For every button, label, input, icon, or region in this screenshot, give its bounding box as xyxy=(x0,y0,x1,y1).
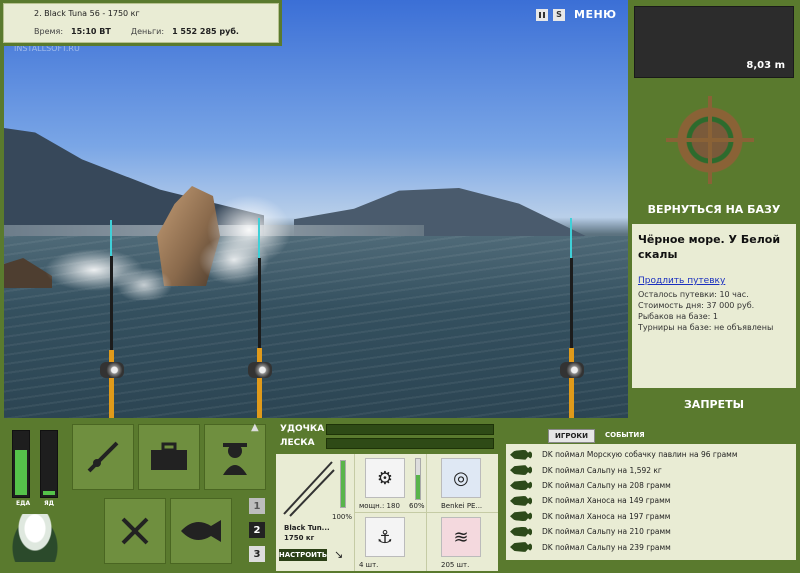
rod-tension-bar xyxy=(326,424,494,435)
money-label: Деньги: xyxy=(130,27,165,36)
line-cell[interactable]: ◎ Benkei PE... xyxy=(426,454,498,512)
rod-condition-bar xyxy=(340,460,346,508)
reel-power: мощн.: 180 xyxy=(359,502,400,510)
events-list: DK поймал Морскую собачку павлин на 96 г… xyxy=(506,444,796,560)
menu-button[interactable]: МЕНЮ xyxy=(574,8,617,21)
tab-events[interactable]: СОБЫТИЯ xyxy=(599,429,651,443)
rod-cell[interactable]: 100% Black Tun... 1750 кг НАСТРОИТЬ ↘ xyxy=(276,454,354,571)
speed-button-3[interactable]: 3 xyxy=(249,546,265,562)
top-icons: S МЕНЮ xyxy=(536,8,617,21)
events-panel: ИГРОКИ СОБЫТИЯ DK поймал Морскую собачку… xyxy=(502,422,798,573)
money-value: 1 552 285 руб. xyxy=(172,27,239,36)
rod-slot[interactable] xyxy=(72,424,134,490)
tackle-box-slot[interactable] xyxy=(138,424,200,490)
sound-icon[interactable]: S xyxy=(553,8,565,21)
info-panel: 2. Black Tuna 56 - 1750 кг Время: 15:10 … xyxy=(0,0,282,46)
fish-cage-slot[interactable] xyxy=(170,498,232,564)
speed-button-1[interactable]: 1 xyxy=(249,498,265,514)
fish-icon xyxy=(510,511,532,522)
food-slot[interactable] xyxy=(104,498,166,564)
fishing-rod-3[interactable] xyxy=(560,218,584,418)
arrow-up-icon: ▲ xyxy=(251,422,259,433)
depth-meter: 8,03 m xyxy=(634,6,794,78)
events-tabs: ИГРОКИ СОБЫТИЯ xyxy=(548,429,651,443)
expand-arrow-icon[interactable]: ↘ xyxy=(334,548,343,561)
tackle-panel: 100% Black Tun... 1750 кг НАСТРОИТЬ ↘ ⚙ … xyxy=(276,454,498,571)
fish-icon xyxy=(510,449,532,460)
location-info: Чёрное море. У Белой скалы Продлить путе… xyxy=(632,224,796,388)
list-item: DK поймал Морскую собачку павлин на 96 г… xyxy=(510,447,792,462)
ship-wheel-icon[interactable] xyxy=(666,96,754,184)
reel-cell[interactable]: ⚙ мощн.: 180 60% xyxy=(354,454,426,512)
reel-icon xyxy=(248,362,272,378)
rod-percent: 100% xyxy=(332,513,353,521)
rod-weight: 1750 кг xyxy=(284,534,315,542)
fisherman-slot[interactable] xyxy=(204,424,266,490)
right-column: 8,03 m ВЕРНУТЬСЯ НА БАЗУ Чёрное море. У … xyxy=(628,0,800,418)
fish-icon xyxy=(510,526,532,537)
last-catch-title: 2. Black Tuna 56 - 1750 кг xyxy=(34,9,140,18)
reel-icon: ⚙ xyxy=(365,458,405,498)
food-bar xyxy=(12,430,30,498)
poison-bar xyxy=(40,430,58,498)
tab-players[interactable]: ИГРОКИ xyxy=(548,429,595,443)
list-item: DK поймал Ханоса на 149 грамм xyxy=(510,493,792,508)
food-label: ЕДА xyxy=(16,500,31,507)
bans-button[interactable]: ЗАПРЕТЫ xyxy=(628,398,800,411)
tournaments-info: Турниры на базе: не объявлены xyxy=(638,323,774,332)
list-item: DK поймал Ханоса на 197 грамм xyxy=(510,509,792,524)
depth-value: 8,03 m xyxy=(746,60,785,71)
bait-icon: ≋ xyxy=(441,517,481,557)
fish-icon xyxy=(510,542,532,553)
hook-count: 4 шт. xyxy=(359,561,379,569)
reel-icon xyxy=(100,362,124,378)
line-tension-bar xyxy=(326,438,494,449)
list-item: DK поймал Сальпу на 1,592 кг xyxy=(510,462,792,477)
time-value: 15:10 ВТ xyxy=(71,27,111,36)
permit-remaining: Осталось путевки: 10 час. xyxy=(638,290,749,299)
poison-label: ЯД xyxy=(44,500,54,507)
reel-icon xyxy=(560,362,584,378)
list-item: DK поймал Сальпу на 239 грамм xyxy=(510,539,792,554)
list-item: DK поймал Сальпу на 210 грамм xyxy=(510,524,792,539)
rod-tension-label: УДОЧКА xyxy=(280,424,325,434)
bottom-panel: ЕДА ЯД ▲ 1 2 3 УДОЧКА ЛЕСКА 100% Black T… xyxy=(0,418,800,573)
setup-button[interactable]: НАСТРОИТЬ xyxy=(279,549,327,561)
bait-cell[interactable]: ≋ 205 шт. xyxy=(426,512,498,571)
fish-icon xyxy=(510,465,532,476)
hook-icon: ⚓ xyxy=(365,517,405,557)
pot-icon[interactable] xyxy=(10,514,60,562)
speed-button-2[interactable]: 2 xyxy=(249,522,265,538)
line-name: Benkei PE... xyxy=(441,502,483,510)
fish-icon xyxy=(510,480,532,491)
fish-icon xyxy=(510,495,532,506)
extend-permit-link[interactable]: Продлить путевку xyxy=(638,276,790,286)
rod-name: Black Tun... xyxy=(284,524,330,532)
return-to-base-button[interactable]: ВЕРНУТЬСЯ НА БАЗУ xyxy=(628,203,800,216)
reel-percent: 60% xyxy=(409,502,425,510)
list-item: DK поймал Сальпу на 208 грамм xyxy=(510,478,792,493)
status-bars xyxy=(12,430,58,498)
reel-condition-bar xyxy=(415,458,421,500)
hook-cell[interactable]: ⚓ 4 шт. xyxy=(354,512,426,571)
time-label: Время: xyxy=(34,27,64,36)
location-title: Чёрное море. У Белой скалы xyxy=(638,233,781,261)
day-cost: Стоимость дня: 37 000 руб. xyxy=(638,301,755,310)
fishing-scene[interactable]: INSTALLSOFT.RU xyxy=(4,0,628,418)
fishing-rod-2[interactable] xyxy=(248,218,272,418)
line-tension-label: ЛЕСКА xyxy=(280,438,315,448)
line-spool-icon: ◎ xyxy=(441,458,481,498)
bait-count: 205 шт. xyxy=(441,561,470,569)
fishing-rod-1[interactable] xyxy=(100,220,124,418)
fishers-count: Рыбаков на базе: 1 xyxy=(638,312,718,321)
pause-icon[interactable] xyxy=(536,8,548,21)
